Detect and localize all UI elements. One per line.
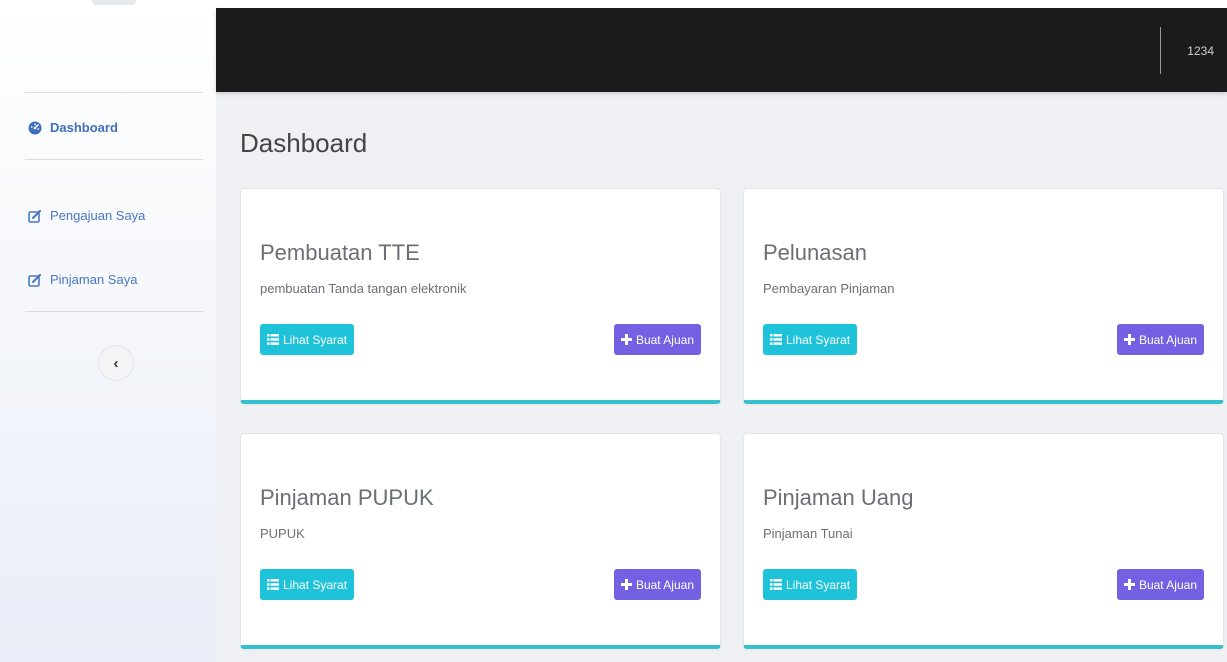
lihat-syarat-button[interactable]: Lihat Syarat <box>763 324 858 355</box>
buat-ajuan-button[interactable]: Buat Ajuan <box>613 324 701 355</box>
sidebar-divider <box>25 92 203 93</box>
plus-icon <box>620 579 632 590</box>
card-title: Pelunasan <box>763 240 867 265</box>
card-title: Pembuatan TTE <box>260 240 420 265</box>
lihat-syarat-button[interactable]: Lihat Syarat <box>763 569 858 600</box>
button-label: Buat Ajuan <box>1138 332 1197 347</box>
buat-ajuan-button[interactable]: Buat Ajuan <box>1116 569 1204 600</box>
button-label: Lihat Syarat <box>283 332 348 347</box>
card-title: Pinjaman PUPUK <box>260 485 434 510</box>
navbar-divider <box>1160 27 1161 74</box>
sidebar-item-label: Pengajuan Saya <box>50 208 146 223</box>
edit-icon <box>28 273 42 287</box>
user-menu[interactable]: 1234 <box>1187 44 1214 58</box>
list-icon <box>770 579 782 590</box>
sidebar-item-label: Dashboard <box>50 120 118 135</box>
card-subtitle: PUPUK <box>260 526 305 541</box>
card-subtitle: pembuatan Tanda tangan elektronik <box>260 281 467 296</box>
list-icon <box>770 334 782 345</box>
sidebar: Dashboard Pengajuan Saya Pinjaman Saya ‹ <box>0 8 216 662</box>
sidebar-collapse-button[interactable]: ‹ <box>98 345 134 381</box>
chevron-left-icon: ‹ <box>113 354 119 372</box>
top-tab <box>92 0 136 5</box>
card-title: Pinjaman Uang <box>763 485 914 510</box>
page-title: Dashboard <box>240 128 368 158</box>
lihat-syarat-button[interactable]: Lihat Syarat <box>260 324 355 355</box>
service-card: Pinjaman Uang Pinjaman Tunai Lihat Syara… <box>743 433 1224 649</box>
sidebar-item-pengajuan-saya[interactable]: Pengajuan Saya <box>28 208 145 223</box>
button-label: Buat Ajuan <box>1138 577 1197 592</box>
lihat-syarat-button[interactable]: Lihat Syarat <box>260 569 355 600</box>
top-strip <box>0 0 1227 8</box>
top-navbar: 1234 <box>216 8 1227 92</box>
edit-icon <box>28 209 42 223</box>
plus-icon <box>1123 579 1135 590</box>
buat-ajuan-button[interactable]: Buat Ajuan <box>613 569 701 600</box>
sidebar-divider <box>25 159 203 160</box>
sidebar-item-label: Pinjaman Saya <box>50 272 138 287</box>
sidebar-item-dashboard[interactable]: Dashboard <box>28 120 118 135</box>
button-label: Buat Ajuan <box>635 577 694 592</box>
service-card: Pinjaman PUPUK PUPUK Lihat Syarat Buat A… <box>240 433 721 649</box>
card-subtitle: Pembayaran Pinjaman <box>763 281 895 296</box>
card-subtitle: Pinjaman Tunai <box>763 526 853 541</box>
plus-icon <box>1123 334 1135 345</box>
service-card: Pelunasan Pembayaran Pinjaman Lihat Syar… <box>743 188 1224 404</box>
button-label: Buat Ajuan <box>635 332 694 347</box>
sidebar-item-pinjaman-saya[interactable]: Pinjaman Saya <box>28 272 137 287</box>
service-card: Pembuatan TTE pembuatan Tanda tangan ele… <box>240 188 721 404</box>
buat-ajuan-button[interactable]: Buat Ajuan <box>1116 324 1204 355</box>
button-label: Lihat Syarat <box>786 332 851 347</box>
dashboard-icon <box>28 121 42 135</box>
list-icon <box>267 579 279 590</box>
plus-icon <box>620 334 632 345</box>
sidebar-divider <box>25 311 203 312</box>
button-label: Lihat Syarat <box>786 577 851 592</box>
button-label: Lihat Syarat <box>283 577 348 592</box>
list-icon <box>267 334 279 345</box>
